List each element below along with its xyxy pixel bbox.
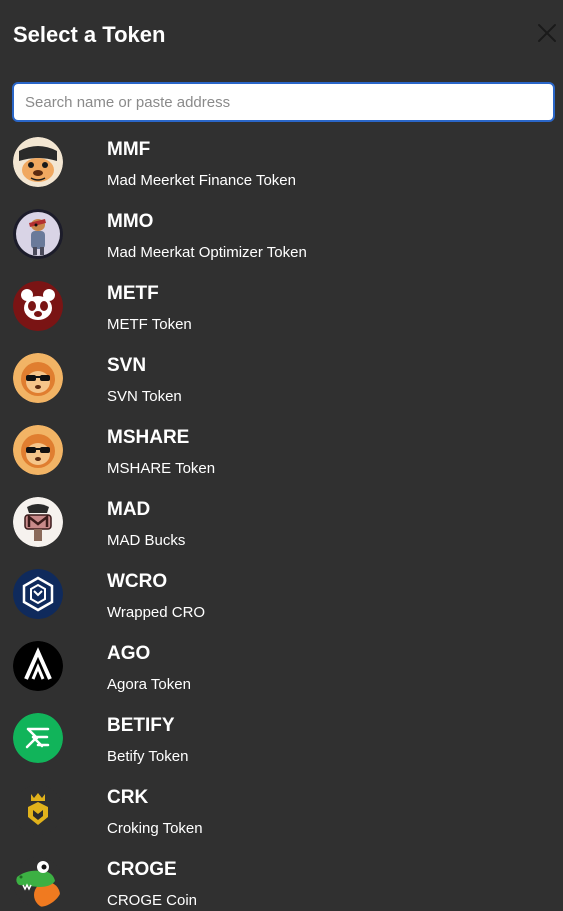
wcro-logo-icon: [13, 569, 63, 619]
token-symbol: AGO: [107, 643, 151, 664]
token-row-mad[interactable]: MAD MAD Bucks: [0, 490, 563, 562]
mmo-logo-icon: [13, 209, 63, 259]
token-row-mmf[interactable]: MMF Mad Meerket Finance Token: [0, 130, 563, 202]
token-symbol: SVN: [107, 355, 147, 376]
modal-header: Select a Token: [13, 20, 563, 52]
token-symbol: MMO: [107, 211, 154, 232]
token-name: Mad Meerket Finance Token: [107, 172, 296, 189]
token-row-betify[interactable]: BETIFY Betify Token: [0, 706, 563, 778]
token-name: Mad Meerkat Optimizer Token: [107, 244, 307, 261]
token-select-modal: Select a Token MMF Ma: [0, 0, 563, 911]
token-name: Betify Token: [107, 748, 189, 765]
token-symbol: BETIFY: [107, 715, 175, 736]
search-input[interactable]: [12, 82, 555, 122]
token-row-svn[interactable]: SVN SVN Token: [0, 346, 563, 418]
token-symbol: MSHARE: [107, 427, 190, 448]
token-name: Wrapped CRO: [107, 604, 206, 621]
token-name: METF Token: [107, 316, 192, 333]
svn-logo-icon: [13, 353, 63, 403]
mshare-logo-icon: [13, 425, 63, 475]
search-wrapper: [12, 82, 555, 122]
token-symbol: METF: [107, 283, 159, 304]
token-list: MMF Mad Meerket Finance Token MMO Mad Me…: [0, 130, 563, 911]
mad-logo-icon: [13, 497, 63, 547]
metf-logo-icon: [13, 281, 63, 331]
ago-logo-icon: [13, 641, 63, 691]
close-icon[interactable]: [537, 23, 557, 43]
token-name: SVN Token: [107, 388, 182, 405]
token-name: CROGE Coin: [107, 892, 198, 909]
token-name: Croking Token: [107, 820, 203, 837]
token-row-ago[interactable]: AGO Agora Token: [0, 634, 563, 706]
token-name: Agora Token: [107, 676, 191, 693]
croge-logo-icon: [13, 857, 63, 907]
modal-title: Select a Token: [13, 22, 166, 47]
token-name: MSHARE Token: [107, 460, 216, 477]
crk-logo-icon: [13, 785, 63, 835]
token-symbol: MAD: [107, 499, 151, 520]
token-symbol: MMF: [107, 139, 151, 160]
token-row-metf[interactable]: METF METF Token: [0, 274, 563, 346]
token-symbol: CRK: [107, 787, 149, 808]
token-row-mmo[interactable]: MMO Mad Meerkat Optimizer Token: [0, 202, 563, 274]
mmf-logo-icon: [13, 137, 63, 187]
token-row-wcro[interactable]: WCRO Wrapped CRO: [0, 562, 563, 634]
token-symbol: CROGE: [107, 859, 177, 880]
betify-logo-icon: [13, 713, 63, 763]
token-row-croge[interactable]: CROGE CROGE Coin: [0, 850, 563, 911]
token-symbol: WCRO: [107, 571, 168, 592]
token-row-crk[interactable]: CRK Croking Token: [0, 778, 563, 850]
token-name: MAD Bucks: [107, 532, 186, 549]
token-row-mshare[interactable]: MSHARE MSHARE Token: [0, 418, 563, 490]
